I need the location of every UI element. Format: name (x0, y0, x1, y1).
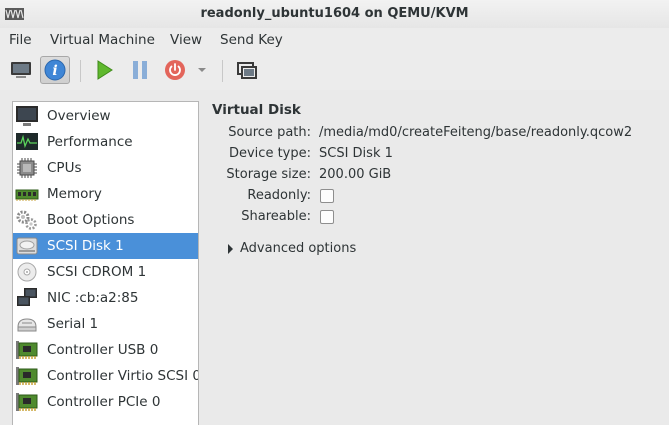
readonly-label: Readonly: (247, 188, 311, 203)
sidebar-item-label: SCSI CDROM 1 (47, 264, 147, 280)
sidebar-item-label: CPUs (47, 160, 82, 176)
storage-size-value: 200.00 GiB (319, 167, 392, 182)
controller-card-icon (15, 391, 39, 413)
sidebar-item-nic[interactable]: NIC :cb:a2:85 (13, 285, 198, 311)
cdrom-icon (15, 261, 39, 283)
storage-size-label: Storage size: (226, 167, 311, 182)
device-type-value: SCSI Disk 1 (319, 146, 393, 161)
controller-card-icon (15, 339, 39, 361)
hardware-list: Overview Performance CPUs Memory Boot Op… (12, 101, 199, 425)
fullscreen-icon (237, 62, 257, 79)
shutdown-button[interactable] (160, 56, 190, 84)
fullscreen-button[interactable] (232, 56, 262, 84)
window-title: readonly_ubuntu1604 on QEMU/KVM (200, 6, 469, 21)
shareable-label: Shareable: (241, 209, 311, 224)
monitor-icon (11, 62, 31, 78)
sidebar-item-boot-options[interactable]: Boot Options (13, 207, 198, 233)
sidebar-item-overview[interactable]: Overview (13, 103, 198, 129)
advanced-options-label: Advanced options (240, 241, 357, 256)
controller-card-icon (15, 365, 39, 387)
menu-virtual-machine[interactable]: Virtual Machine (50, 32, 155, 48)
monitor-icon (15, 105, 39, 127)
sidebar-item-scsi-cdrom-1[interactable]: SCSI CDROM 1 (13, 259, 198, 285)
cpu-chip-icon (15, 157, 39, 179)
details-button[interactable]: i (40, 56, 70, 84)
source-path-label: Source path: (228, 125, 311, 140)
power-icon (165, 60, 185, 80)
memory-module-icon (15, 183, 39, 205)
network-icon (15, 287, 39, 309)
gears-icon (15, 209, 39, 231)
sidebar-item-label: Serial 1 (47, 316, 99, 332)
toolbar-separator (222, 60, 223, 82)
shareable-checkbox[interactable] (320, 210, 334, 224)
expander-arrow-icon (228, 243, 233, 254)
sidebar-item-cpus[interactable]: CPUs (13, 155, 198, 181)
toolbar: i (0, 52, 669, 90)
readonly-checkbox[interactable] (320, 189, 334, 203)
sidebar-item-label: Performance (47, 134, 133, 150)
advanced-options-expander[interactable]: Advanced options (228, 241, 356, 256)
menu-bar: File Virtual Machine View Send Key (0, 28, 669, 52)
title-bar: readonly_ubuntu1604 on QEMU/KVM (0, 0, 669, 28)
svg-text:i: i (52, 63, 57, 79)
info-icon: i (44, 59, 66, 81)
sidebar-item-controller-usb-0[interactable]: Controller USB 0 (13, 337, 198, 363)
menu-file[interactable]: File (9, 32, 32, 48)
console-button[interactable] (6, 56, 36, 84)
sidebar-item-label: Memory (47, 186, 102, 202)
section-title: Virtual Disk (212, 102, 301, 118)
sidebar-item-label: Controller USB 0 (47, 342, 159, 358)
sidebar-item-performance[interactable]: Performance (13, 129, 198, 155)
hard-disk-icon (15, 235, 39, 257)
menu-send-key[interactable]: Send Key (220, 32, 283, 48)
play-icon (97, 60, 113, 80)
device-type-label: Device type: (228, 146, 311, 161)
sidebar-item-label: Boot Options (47, 212, 135, 228)
sidebar-item-label: NIC :cb:a2:85 (47, 290, 139, 306)
performance-chart-icon (15, 131, 39, 153)
sidebar-item-scsi-disk-1[interactable]: SCSI Disk 1 (13, 233, 198, 259)
sidebar-item-serial-1[interactable]: Serial 1 (13, 311, 198, 337)
pause-icon (133, 61, 147, 79)
sidebar-item-controller-pcie-0[interactable]: Controller PCIe 0 (13, 389, 198, 415)
serial-port-icon (15, 313, 39, 335)
toolbar-separator (80, 60, 81, 82)
sidebar-item-controller-virtio-scsi-0[interactable]: Controller Virtio SCSI 0 (13, 363, 198, 389)
menu-view[interactable]: View (170, 32, 202, 48)
source-path-value: /media/md0/createFeiteng/base/readonly.q… (319, 125, 633, 140)
sidebar-item-label: Controller PCIe 0 (47, 394, 161, 410)
pause-button[interactable] (125, 56, 155, 84)
sidebar-item-label: SCSI Disk 1 (47, 238, 124, 254)
sidebar-item-memory[interactable]: Memory (13, 181, 198, 207)
run-button[interactable] (89, 56, 119, 84)
shutdown-menu-button[interactable] (192, 56, 212, 84)
dropdown-arrow-icon (198, 68, 206, 72)
sidebar-item-label: Controller Virtio SCSI 0 (47, 368, 199, 384)
sidebar-item-label: Overview (47, 108, 111, 124)
